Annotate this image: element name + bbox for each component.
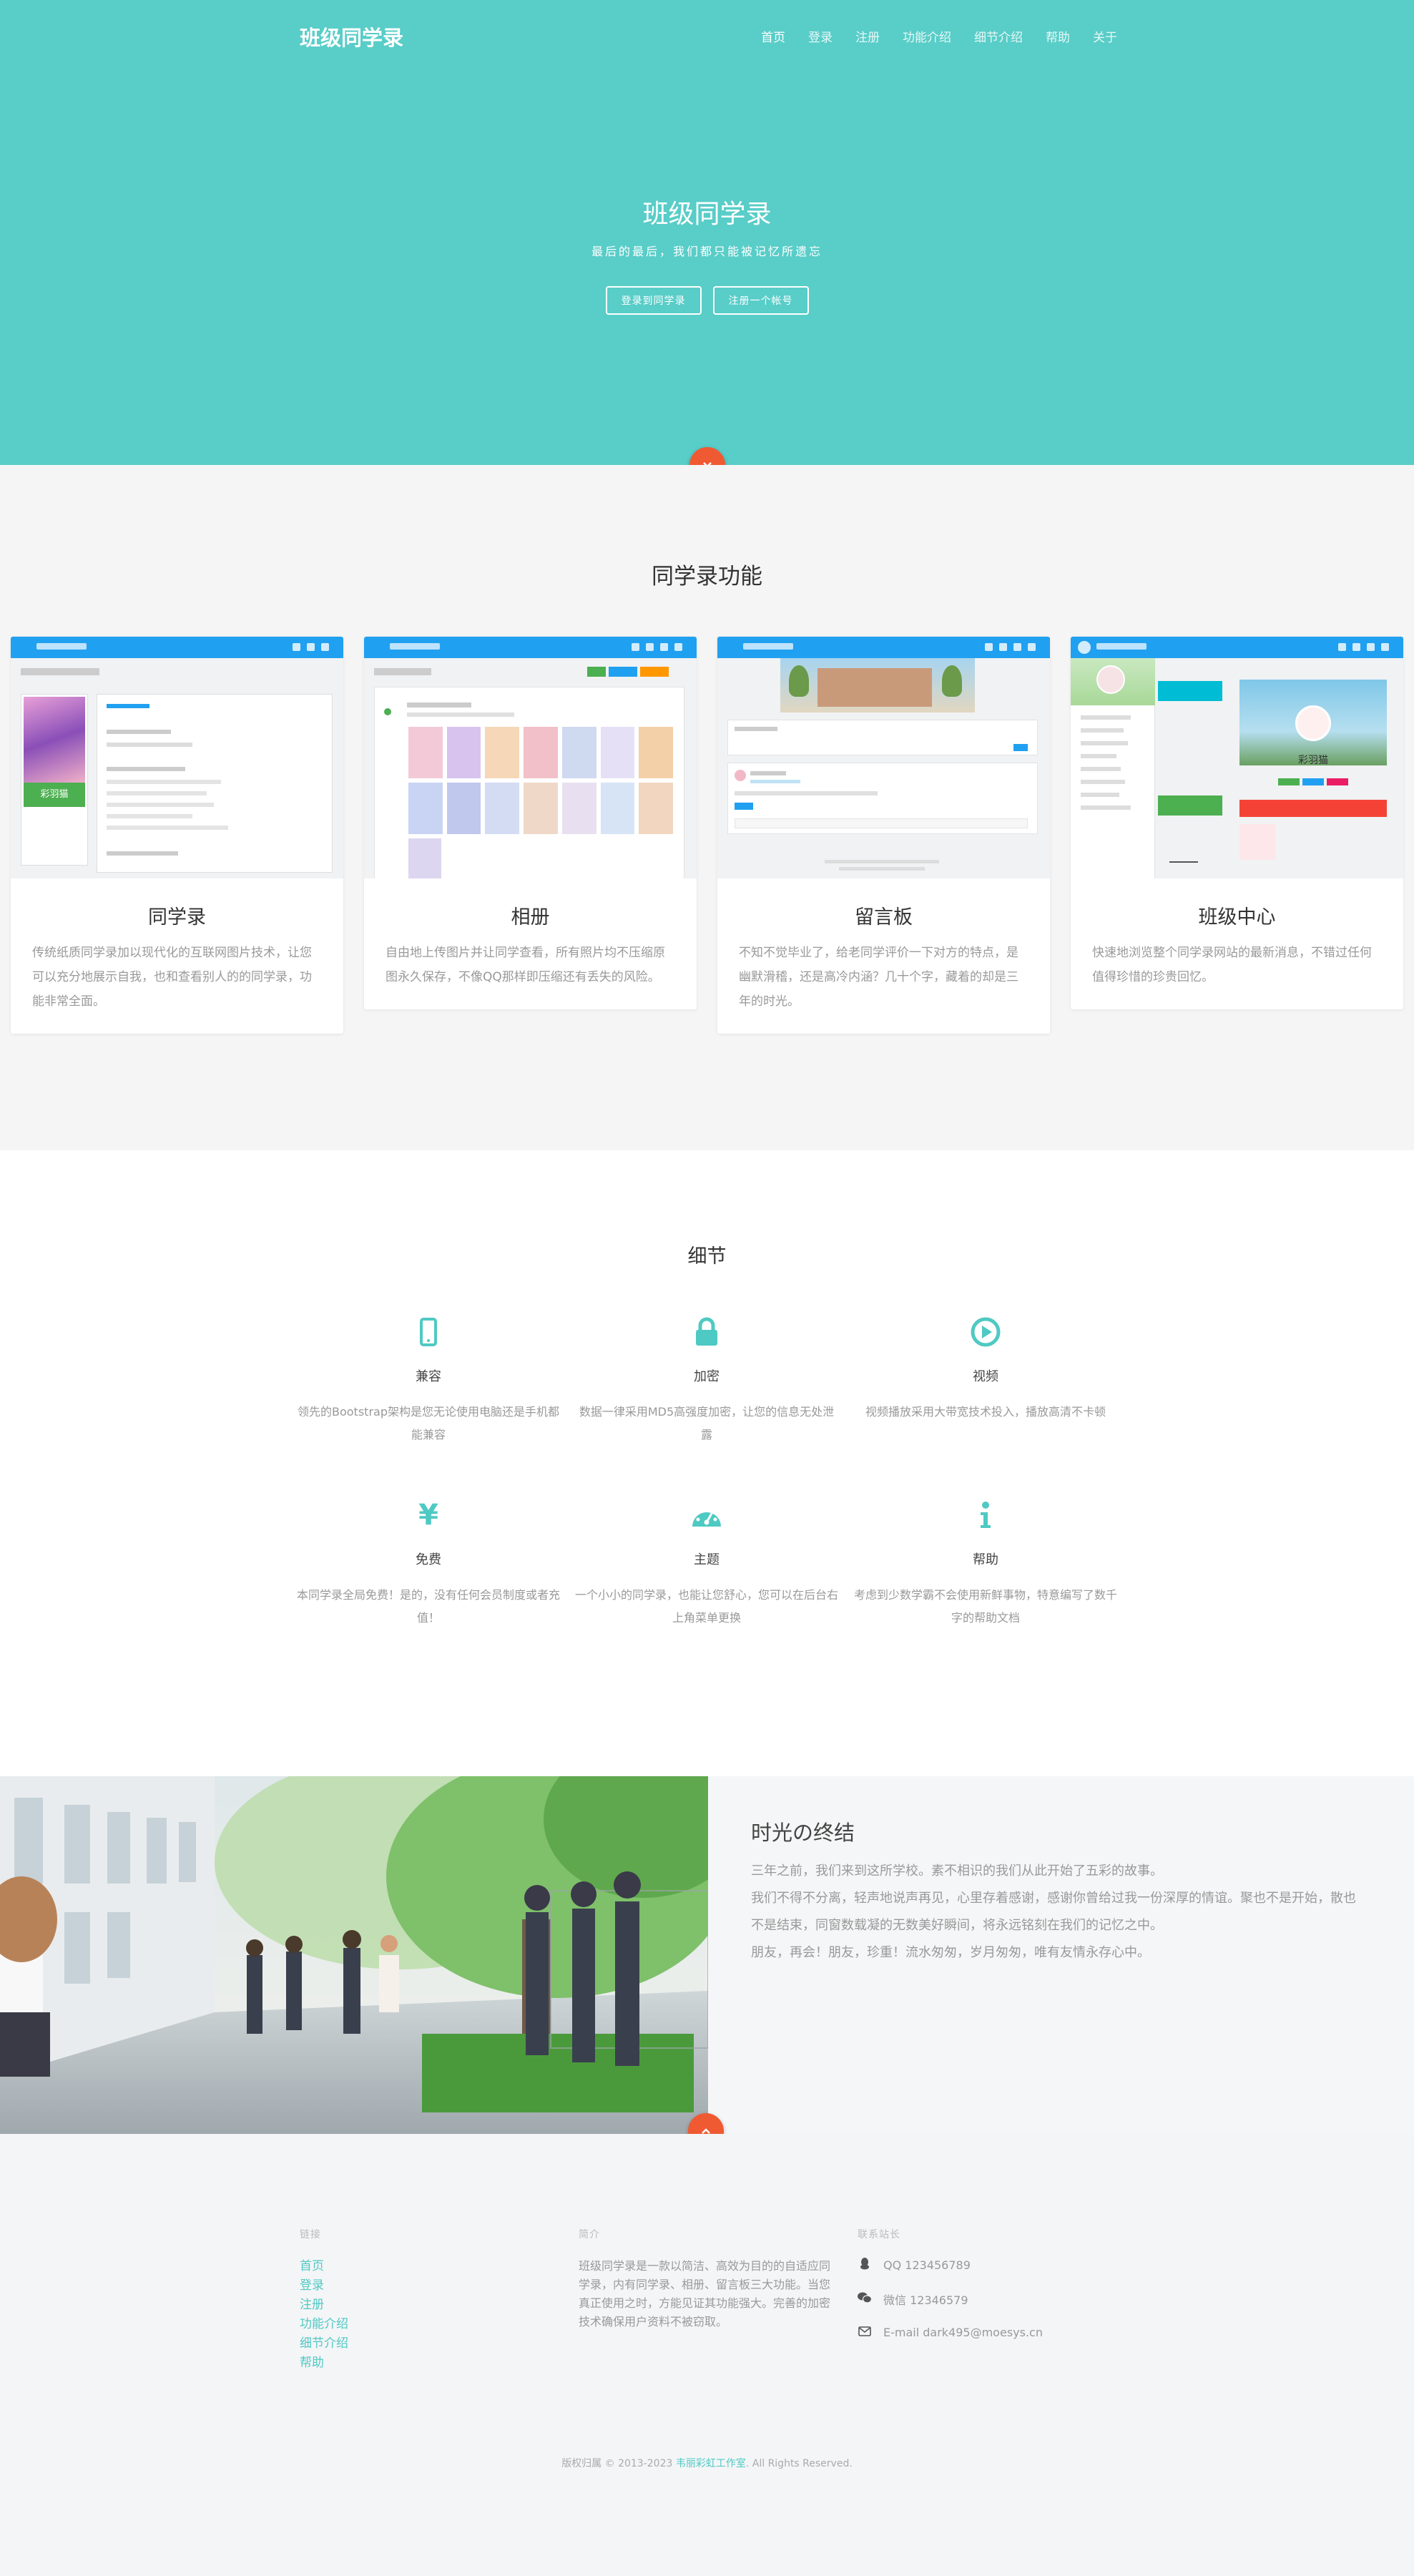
contact-wechat-text: 微信 12346579 xyxy=(883,2293,968,2307)
detail-item-compatible: 兼容 领先的Bootstrap架构是您无论使用电脑还是手机都能兼容 xyxy=(296,1311,561,1446)
wechat-icon xyxy=(858,2292,873,2306)
footer-about-column: 简介 班级同学录是一款以简洁、高效为目的的自适应同学录，内有同学录、相册、留言板… xyxy=(579,2227,836,2331)
register-button[interactable]: 注册一个帐号 xyxy=(712,286,809,315)
contact-email-text[interactable]: E-mail dark495@moesys.cn xyxy=(883,2326,1043,2339)
dashboard-icon xyxy=(692,1507,721,1527)
footer: 链接 首页 登录 注册 功能介绍 细节介绍 帮助 简介 班级同学录是一款以简洁、… xyxy=(0,2134,1414,2576)
contact-wechat: 微信 12346579 xyxy=(858,2291,1108,2308)
footer-link-help[interactable]: 帮助 xyxy=(300,2354,550,2373)
feature-card-guestbook[interactable]: 留言板 不知不觉毕业了，给老同学评价一下对方的特点，是幽默滑稽，还是高冷内涵？几… xyxy=(717,637,1050,1034)
footer-links-column: 链接 首页 登录 注册 功能介绍 细节介绍 帮助 xyxy=(300,2227,550,2373)
detail-item-encryption: 加密 数据一律采用MD5高强度加密，让您的信息无处泄露 xyxy=(574,1311,839,1446)
feature-card-album[interactable]: 相册 自由地上传图片并让同学查看，所有照片均不压缩原图永久保存，不像QQ那样即压… xyxy=(364,637,697,1009)
feature-card-title: 相册 xyxy=(511,906,550,929)
hero-title: 班级同学录 xyxy=(642,200,772,229)
feature-card-desc: 快速地浏览整个同学录网站的最新消息，不错过任何值得珍惜的珍贵回忆。 xyxy=(1092,946,1372,984)
nav-item-register[interactable]: 注册 xyxy=(855,27,880,45)
detail-item-theme: 主题 一个小小的同学录，也能让您舒心，您可以在后台右上角菜单更换 xyxy=(574,1494,839,1630)
feature-card-desc: 不知不觉毕业了，给老同学评价一下对方的特点，是幽默滑稽，还是高冷内涵？几十个字，… xyxy=(739,946,1018,1009)
nav-brand[interactable]: 班级同学录 xyxy=(300,21,403,52)
feature-card-title: 同学录 xyxy=(148,906,206,929)
detail-desc: 领先的Bootstrap架构是您无论使用电脑还是手机都能兼容 xyxy=(298,1405,559,1441)
detail-item-help: 帮助 考虑到少数学霸不会使用新鲜事物，特意编写了数千字的帮助文档 xyxy=(853,1494,1118,1630)
detail-item-video: 视频 视频播放采用大带宽技术投入，播放高清不卡顿 xyxy=(853,1311,1118,1424)
detail-desc: 视频播放采用大带宽技术投入，播放高清不卡顿 xyxy=(865,1405,1106,1419)
detail-desc: 数据一律采用MD5高强度加密，让您的信息无处泄露 xyxy=(579,1405,835,1441)
story-paragraph: 我们不得不分离，轻声地说声再见，心里存着感谢，感谢你曾给过我一份深厚的情谊。聚也… xyxy=(751,1891,1356,1933)
footer-link-login[interactable]: 登录 xyxy=(300,2276,550,2296)
nav-item-help[interactable]: 帮助 xyxy=(1046,27,1070,45)
nav-item-login[interactable]: 登录 xyxy=(808,27,833,45)
story-paragraph: 朋友，再会！朋友，珍重！流水匆匆，岁月匆匆，唯有友情永存心中。 xyxy=(751,1945,1150,1960)
detail-title: 主题 xyxy=(694,1552,720,1567)
detail-desc: 本同学录全局免费！是的，没有任何会员制度或者充值！ xyxy=(296,1588,560,1625)
footer-about-heading: 简介 xyxy=(579,2229,600,2240)
hero-subtitle: 最后的最后，我们都只能被记忆所遗忘 xyxy=(591,245,823,258)
feature-card-title: 班级中心 xyxy=(1198,906,1276,929)
detail-title: 免费 xyxy=(416,1552,441,1567)
nav-item-features[interactable]: 功能介绍 xyxy=(903,27,951,45)
features-section: 同学录功能 彩羽猫 同学录 传统纸质同学录加以现代化的互联网图片技术，让您可以充… xyxy=(0,465,1414,1150)
qq-icon xyxy=(858,2257,872,2273)
detail-title: 兼容 xyxy=(416,1369,441,1384)
feature-card-yearbook[interactable]: 彩羽猫 同学录 传统纸质同学录加以现代化的互联网图片技术，让您可以充分地展示自我… xyxy=(11,637,343,1034)
story-section: 时光の终结 三年之前，我们来到这所学校。素不相识的我们从此开始了五彩的故事。 我… xyxy=(0,1776,1414,2134)
feature-card-class-center[interactable]: 彩羽猫 班级中心 快速地浏览整个同学录网站的最新消息，不错过任何值得珍惜的珍贵回… xyxy=(1071,637,1403,1009)
feature-card-title: 留言板 xyxy=(855,906,913,929)
contact-email: E-mail dark495@moesys.cn xyxy=(858,2326,1108,2339)
details-section: 细节 兼容 领先的Bootstrap架构是您无论使用电脑还是手机都能兼容 加密 … xyxy=(0,1150,1414,1776)
detail-desc: 一个小小的同学录，也能让您舒心，您可以在后台右上角菜单更换 xyxy=(574,1588,838,1625)
footer-links-heading: 链接 xyxy=(300,2229,321,2240)
detail-item-free: ¥ 免费 本同学录全局免费！是的，没有任何会员制度或者充值！ xyxy=(296,1494,561,1630)
feature-card-desc: 传统纸质同学录加以现代化的互联网图片技术，让您可以充分地展示自我，也和查看别人的… xyxy=(32,946,312,1009)
yen-icon: ¥ xyxy=(418,1499,438,1532)
nav-menu: 首页 登录 注册 功能介绍 细节介绍 帮助 关于 xyxy=(761,27,1117,45)
footer-link-details[interactable]: 细节介绍 xyxy=(300,2334,550,2354)
contact-qq: QQ 123456789 xyxy=(858,2257,1108,2273)
info-icon xyxy=(981,1502,991,1528)
footer-link-register[interactable]: 注册 xyxy=(300,2296,550,2315)
footer-contact-column: 联系站长 QQ 123456789 微信 12346579 E-mail dar… xyxy=(858,2227,1108,2357)
play-circle-icon xyxy=(971,1317,1001,1347)
guestbook-screenshot xyxy=(717,637,1050,878)
features-title: 同学录功能 xyxy=(652,564,762,589)
graduation-illustration xyxy=(0,1776,708,2134)
detail-title: 帮助 xyxy=(973,1552,998,1567)
detail-desc: 考虑到少数学霸不会使用新鲜事物，特意编写了数千字的帮助文档 xyxy=(853,1588,1117,1625)
mobile-icon xyxy=(420,1318,437,1346)
footer-link-features[interactable]: 功能介绍 xyxy=(300,2315,550,2334)
copyright: 版权归属 © 2013-2023 韦丽彩虹工作室. All Rights Res… xyxy=(561,2458,853,2469)
feature-card-desc: 自由地上传图片并让同学查看，所有照片均不压缩原图永久保存，不像QQ那样即压缩还有… xyxy=(386,946,665,984)
lock-icon xyxy=(696,1317,717,1346)
footer-link-home[interactable]: 首页 xyxy=(300,2257,550,2276)
nav-item-details[interactable]: 细节介绍 xyxy=(974,27,1023,45)
story-paragraph: 三年之前，我们来到这所学校。素不相识的我们从此开始了五彩的故事。 xyxy=(751,1864,1163,1879)
studio-link[interactable]: 韦丽彩虹工作室 xyxy=(676,2458,746,2469)
album-screenshot xyxy=(364,637,697,878)
footer-contact-heading: 联系站长 xyxy=(858,2229,900,2240)
yearbook-screenshot: 彩羽猫 xyxy=(11,637,343,878)
story-title: 时光の终结 xyxy=(751,1821,855,1845)
nav-item-home[interactable]: 首页 xyxy=(761,27,785,45)
hero-section: 班级同学录 首页 登录 注册 功能介绍 细节介绍 帮助 关于 班级同学录 最后的… xyxy=(0,0,1414,465)
class-center-screenshot: 彩羽猫 xyxy=(1071,637,1403,878)
hero-buttons: 登录到同学录 注册一个帐号 xyxy=(0,286,1414,315)
login-button[interactable]: 登录到同学录 xyxy=(605,286,702,315)
detail-title: 加密 xyxy=(694,1369,720,1384)
story-text: 三年之前，我们来到这所学校。素不相识的我们从此开始了五彩的故事。 我们不得不分离… xyxy=(751,1858,1366,1967)
contact-qq-text: QQ 123456789 xyxy=(883,2258,971,2272)
detail-title: 视频 xyxy=(973,1369,998,1384)
footer-about-text: 班级同学录是一款以简洁、高效为目的的自适应同学录，内有同学录、相册、留言板三大功… xyxy=(579,2259,831,2328)
nav-item-about[interactable]: 关于 xyxy=(1093,27,1117,45)
details-title: 细节 xyxy=(687,1245,727,1268)
mail-icon xyxy=(858,2326,872,2339)
profile-name: 彩羽猫 xyxy=(24,783,85,807)
